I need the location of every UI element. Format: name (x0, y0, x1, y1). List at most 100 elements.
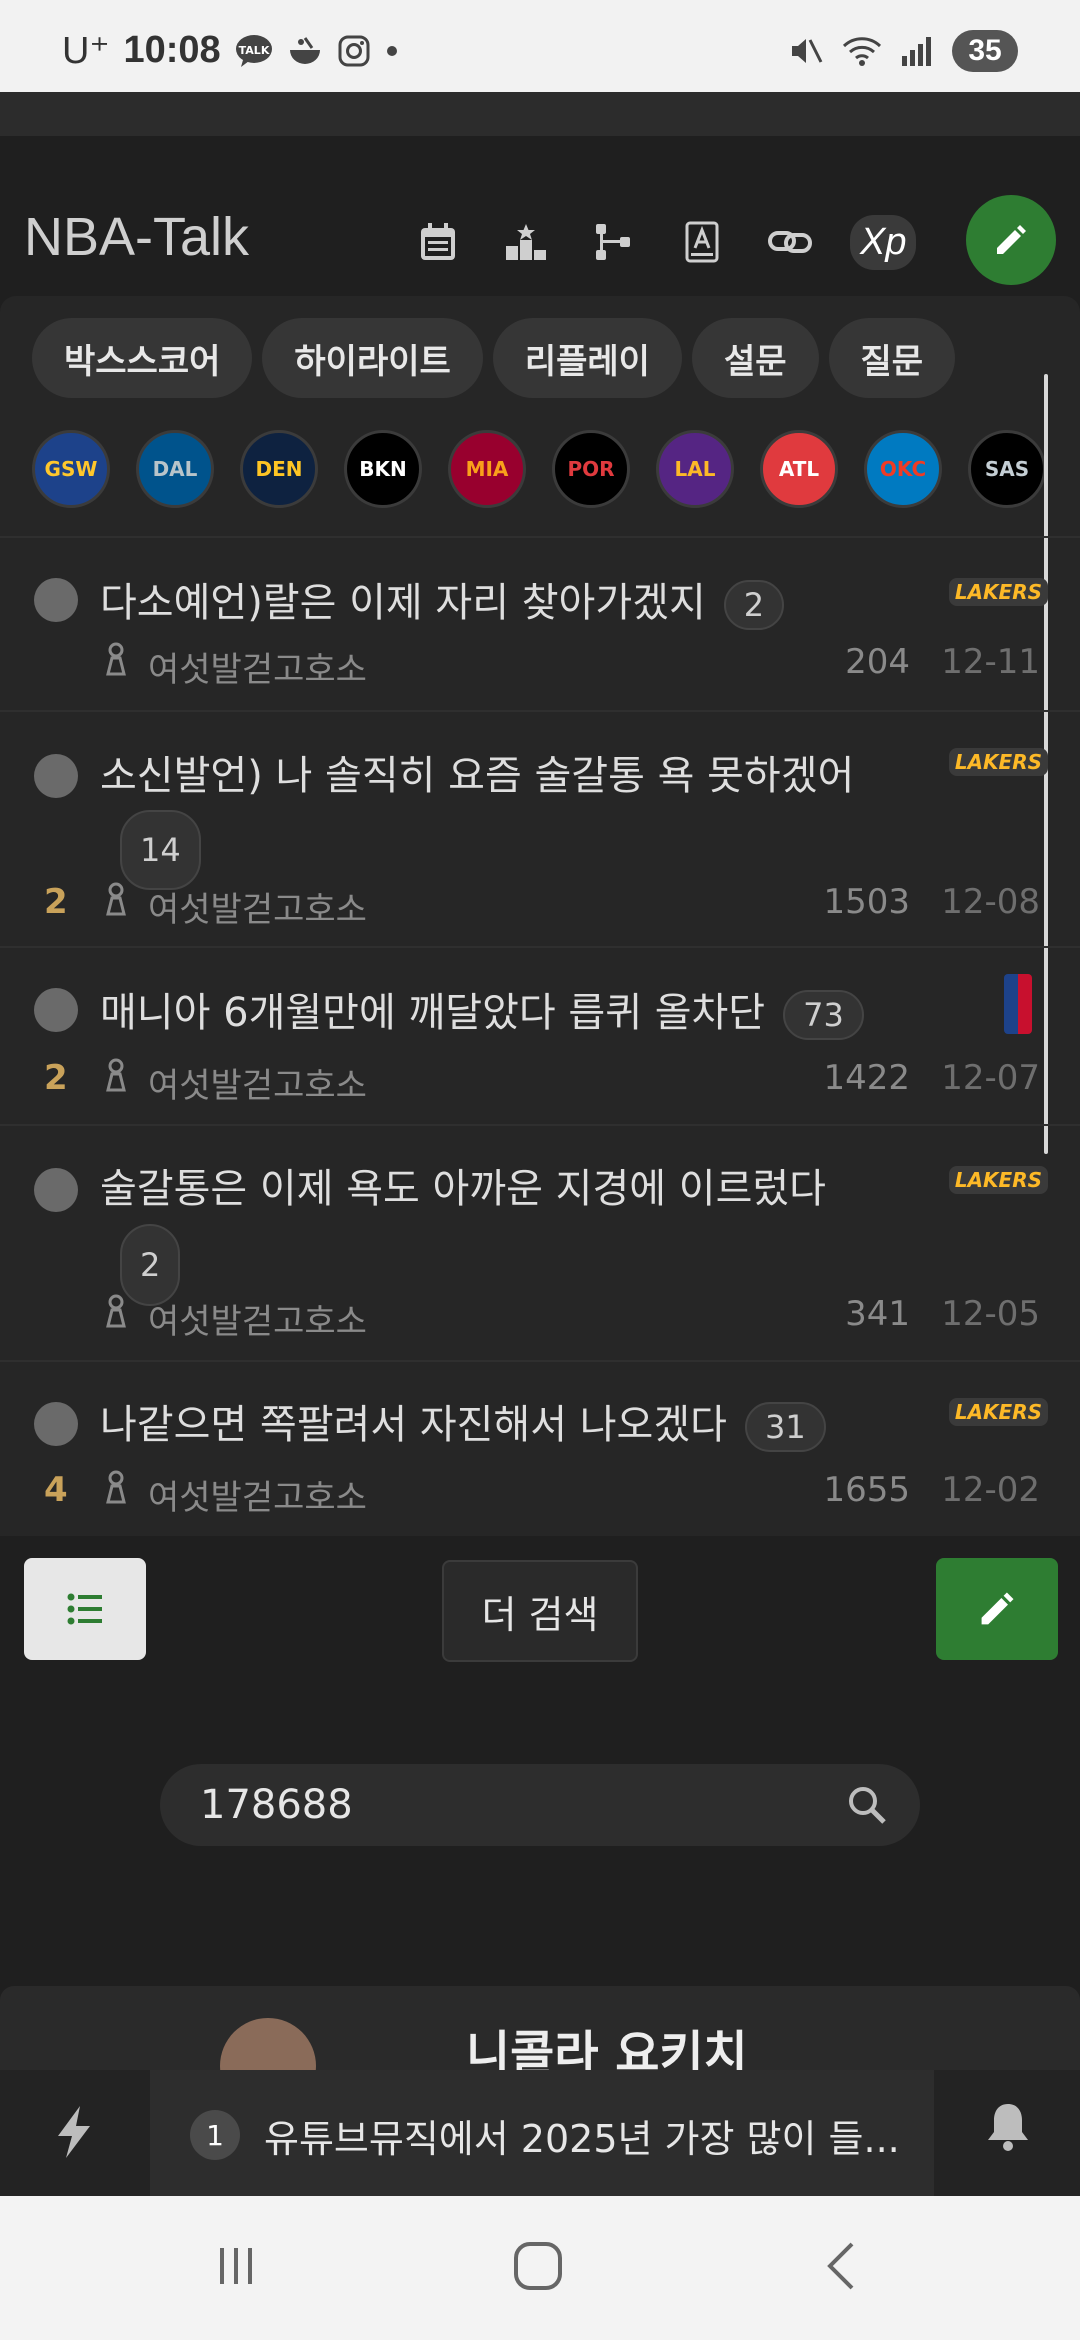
tab-survey[interactable]: 설문 (691, 318, 819, 398)
post-title-text: 소신발언) 나 솔직히 요즘 술갈통 욕 못하겠어 (100, 753, 855, 799)
dictionary-icon (685, 221, 719, 263)
team-filter-gsw[interactable]: GSW (32, 430, 110, 508)
recommend-count: 2 (44, 1058, 68, 1098)
view-count: 204 (845, 642, 910, 682)
more-search-button[interactable]: 더 검색 (442, 1560, 638, 1662)
post-meta: 2 여섯발걷고호소 1422 12-07 (0, 1058, 1080, 1118)
tree-button[interactable] (586, 214, 642, 270)
post-title-text: 나같으면 쪽팔려서 자진해서 나오겠다 (100, 1402, 727, 1448)
post-title[interactable]: 술갈통은 이제 욕도 아까운 지경에 이르렀다 2 (100, 1154, 980, 1306)
status-left: U⁺ 10:08 TALK (62, 28, 399, 73)
app-header: NBA-Talk Xp (0, 136, 1080, 296)
tab-replay[interactable]: 리플레이 (492, 318, 682, 398)
author-name[interactable]: 여섯발걷고호소 (148, 1058, 367, 1107)
team-filter-sas[interactable]: SAS (968, 430, 1046, 508)
team-filter-den[interactable]: DEN (240, 430, 318, 508)
post-meta: 2 여섯발걷고호소 1503 12-08 (0, 882, 1080, 942)
author-name[interactable]: 여섯발걷고호소 (148, 642, 367, 691)
team-filter-bkn[interactable]: BKN (344, 430, 422, 508)
comment-count-badge: 73 (783, 990, 864, 1040)
user-icon (106, 642, 126, 676)
trending-ticker[interactable]: 1 유튜브뮤직에서 2025년 가장 많이 들... (150, 2070, 934, 2196)
link-button[interactable] (762, 214, 818, 270)
back-icon[interactable] (812, 2236, 872, 2296)
team-filter-dal[interactable]: DAL (136, 430, 214, 508)
view-count: 1503 (823, 882, 910, 922)
battery-indicator: 35 (952, 30, 1018, 72)
calendar-button[interactable] (410, 214, 466, 270)
header-toolbar: Xp (410, 214, 917, 270)
brand-title[interactable]: NBA-Talk (24, 206, 249, 268)
team-filter-por[interactable]: POR (552, 430, 630, 508)
recent-apps-icon[interactable] (206, 2236, 266, 2296)
search-icon[interactable] (846, 1784, 888, 1826)
post-title-text: 술갈통은 이제 욕도 아까운 지경에 이르렀다 (100, 1166, 826, 1212)
basketball-icon (34, 988, 78, 1032)
signal-icon (902, 37, 931, 66)
team-filter-okc[interactable]: OKC (864, 430, 942, 508)
author-name[interactable]: 여섯발걷고호소 (148, 1470, 367, 1519)
tab-question[interactable]: 질문 (828, 318, 956, 398)
post-title[interactable]: 나같으면 쪽팔려서 자진해서 나오겠다 31 (100, 1392, 826, 1452)
clock: 10:08 (123, 29, 221, 71)
team-filter-atl[interactable]: ATL (760, 430, 838, 508)
comment-count-badge: 14 (120, 810, 201, 890)
category-tabs: 박스스코어 하이라이트 리플레이 설문 질문 (32, 318, 956, 398)
recommend-count: 4 (44, 1470, 68, 1510)
lakers-logo: LAKERS (948, 748, 1048, 776)
user-icon (106, 1294, 126, 1328)
lakers-logo: LAKERS (948, 1398, 1048, 1426)
post-date: 12-11 (941, 642, 1040, 682)
tab-boxscore[interactable]: 박스스코어 (32, 318, 253, 398)
comment-count-badge: 31 (744, 1402, 826, 1452)
write-post-fab[interactable] (966, 195, 1056, 285)
tab-highlights[interactable]: 하이라이트 (262, 318, 483, 398)
post-title[interactable]: 다소예언)랄은 이제 자리 찾아가겠지 2 (100, 570, 785, 630)
lightning-icon[interactable] (44, 2102, 104, 2162)
pencil-icon (981, 1592, 1014, 1625)
view-count: 1655 (823, 1470, 910, 1510)
team-filter-mia[interactable]: MIA (448, 430, 526, 508)
xp-badge[interactable]: Xp (850, 214, 917, 270)
team-filter-lal[interactable]: LAL (656, 430, 734, 508)
recommend-count: 2 (44, 882, 68, 922)
home-icon[interactable] (508, 2236, 568, 2296)
bowl-notification-icon (289, 36, 320, 64)
dot-icon (386, 45, 397, 56)
system-nav-bar (0, 2196, 1080, 2340)
author-name[interactable]: 여섯발걷고호소 (148, 882, 367, 931)
post-date: 12-07 (941, 1058, 1040, 1098)
list-item[interactable]: 술갈통은 이제 욕도 아까운 지경에 이르렀다 2 여섯발걷고호소 341 12-… (0, 1124, 1080, 1360)
post-title[interactable]: 소신발언) 나 솔직히 요즘 술갈통 욕 못하겠어 14 (100, 742, 980, 890)
post-title[interactable]: 매니아 6개월만에 깨달았다 릅퀴 올차단 73 (100, 980, 864, 1040)
post-title-text: 다소예언)랄은 이제 자리 찾아가겠지 (100, 580, 706, 626)
ranking-icon (506, 224, 546, 260)
trending-rank: 1 (190, 2110, 240, 2160)
list-icon (67, 1593, 102, 1625)
list-view-button[interactable] (24, 1558, 146, 1660)
status-right: 35 (788, 30, 1018, 72)
nba-logo (1004, 974, 1032, 1034)
list-item[interactable]: 나같으면 쪽팔려서 자진해서 나오겠다 31 4 여섯발걷고호소 1655 12-… (0, 1360, 1080, 1536)
author-name[interactable]: 여섯발걷고호소 (148, 1294, 367, 1343)
mute-icon (792, 39, 823, 63)
list-item[interactable]: 소신발언) 나 솔직히 요즘 술갈통 욕 못하겠어 14 2 여섯발걷고호소 15… (0, 710, 1080, 946)
write-button[interactable] (936, 1558, 1058, 1660)
post-date: 12-08 (941, 882, 1040, 922)
calendar-icon (421, 223, 455, 260)
tree-icon (596, 224, 630, 260)
bell-icon[interactable] (980, 2098, 1036, 2154)
user-icon (106, 882, 126, 916)
basketball-icon (34, 1168, 78, 1212)
post-meta: 여섯발걷고호소 204 12-11 (0, 642, 1080, 702)
basketball-icon (34, 1402, 78, 1446)
pencil-icon (997, 225, 1026, 254)
user-icon (106, 1470, 126, 1504)
search-input[interactable] (200, 1774, 840, 1836)
dictionary-button[interactable] (674, 214, 730, 270)
list-item[interactable]: 다소예언)랄은 이제 자리 찾아가겠지 2 여섯발걷고호소 204 12-11 L… (0, 536, 1080, 710)
wifi-icon (842, 37, 882, 66)
user-icon (106, 1058, 126, 1092)
list-item[interactable]: 매니아 6개월만에 깨달았다 릅퀴 올차단 73 2 여섯발걷고호소 1422 1… (0, 946, 1080, 1124)
ranking-button[interactable] (498, 214, 554, 270)
